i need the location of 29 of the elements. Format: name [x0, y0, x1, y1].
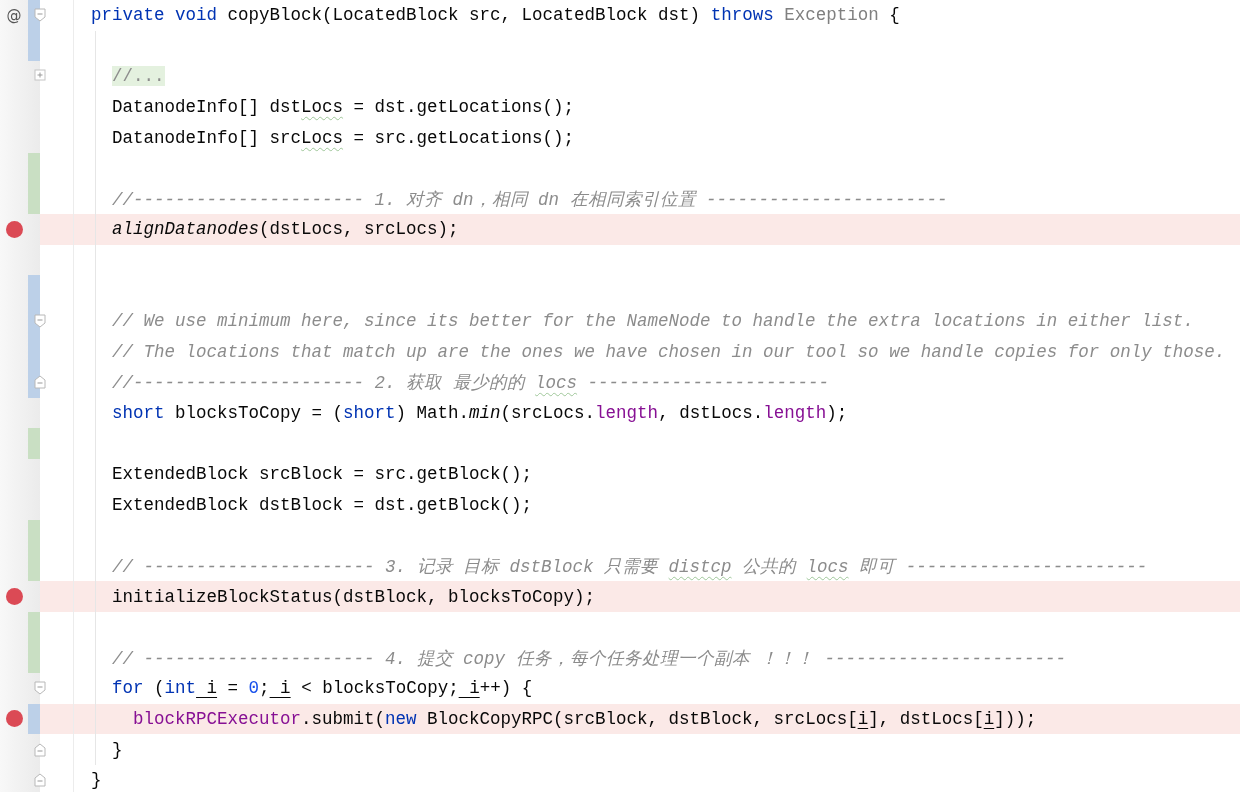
code-line: //---------------------- 1. 对齐 dn，相同 dn 在相同索引位置 ----------------------- — [112, 188, 948, 211]
code-line: ExtendedBlock srcBlock = src.getBlock(); — [112, 464, 533, 485]
fold-icon[interactable] — [34, 773, 46, 788]
code-line: alignDatanodes(dstLocs, srcLocs); — [112, 219, 459, 240]
fold-icon[interactable] — [34, 8, 46, 23]
fold-icon[interactable] — [34, 742, 46, 757]
code-line: DatanodeInfo[] srcLocs = src.getLocations(); — [112, 127, 575, 148]
code-line: for (int i = 0; i < blocksToCopy; i++) { — [112, 678, 533, 699]
code-line: } — [112, 739, 123, 760]
code-line: // The locations that match up are the ones we have chosen in our tool so we handle copies for only those. — [112, 341, 1226, 362]
breakpoint-icon[interactable] — [5, 710, 23, 728]
fold-icon[interactable] — [34, 69, 46, 84]
fold-icon[interactable] — [34, 314, 46, 329]
code-line: initializeBlockStatus(dstBlock, blocksToCopy); — [112, 586, 596, 607]
gutter-mark[interactable]: @ — [6, 6, 22, 25]
code-line: ExtendedBlock dstBlock = dst.getBlock(); — [112, 494, 533, 515]
code-line: short blocksToCopy = (short) Math.min(srcLocs.length, dstLocs.length); — [112, 403, 848, 423]
code-line: DatanodeInfo[] dst Locs = dst.getLocations(); — [112, 97, 575, 118]
fold-icon[interactable] — [34, 681, 46, 696]
code-line: private void copyBlock(LocatedBlock src, LocatedBlock dst) throws Exception { — [91, 5, 900, 26]
code-line: //---------------------- 2. 获取 最少的的 locs ----------------------- — [112, 372, 830, 395]
breakpoint-icon[interactable] — [5, 588, 23, 606]
code-line: blockRPCExecutor.submit(new BlockCopyRPC(srcBlock, dstBlock, srcLocs[i], dstLocs[i])); — [133, 708, 1037, 729]
code-line: // We use minimum here, since its better for the NameNode to handle the extra locations in either list. — [112, 311, 1194, 332]
code-line: // ---------------------- 4. 提交 copy 任务，每个任务处理一个副本 ！！！ ----------------------- — [112, 647, 1067, 670]
code-line: // ---------------------- 3. 记录 目标 dstBlock 只需要 distcp 公共的 locs 即可 ----------------------- — [112, 556, 1148, 578]
fold-icon[interactable] — [34, 375, 46, 390]
code-line: } — [91, 770, 102, 791]
breakpoint-icon[interactable] — [5, 220, 23, 238]
